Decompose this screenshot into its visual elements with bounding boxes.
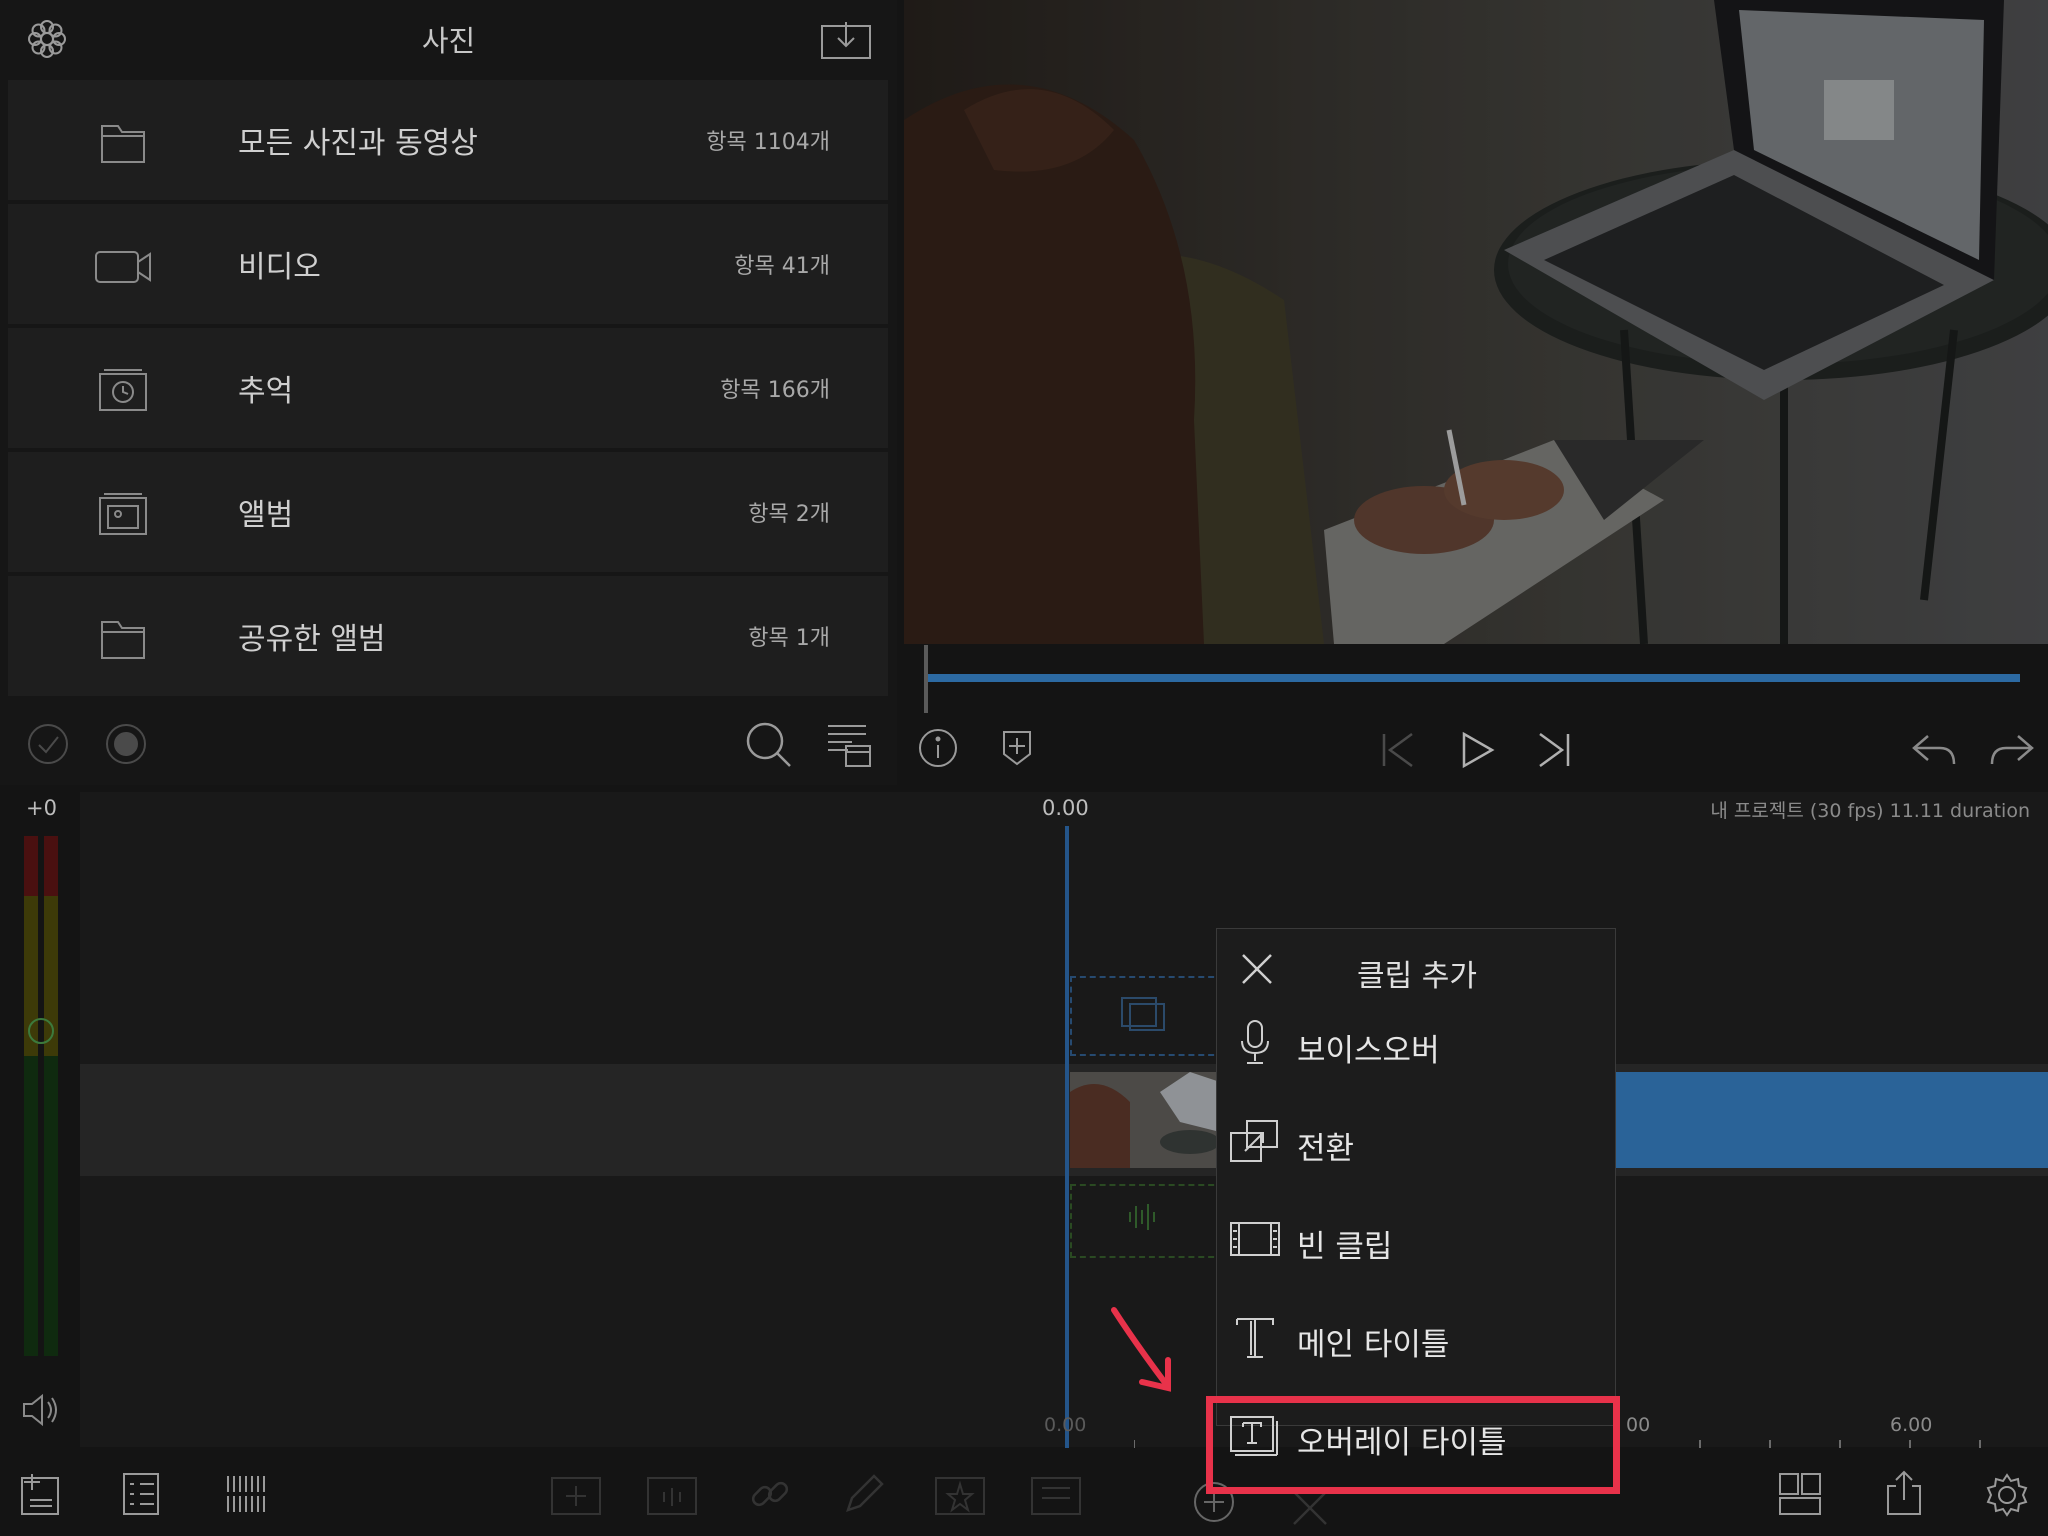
clip-blue-bar[interactable] [1614, 1072, 2048, 1168]
playhead[interactable] [1065, 826, 1069, 1448]
project-info: 내 프로젝트 (30 fps) 11.11 duration [1710, 800, 2030, 822]
row-count: 항목 166개 [720, 378, 830, 403]
barcode-icon[interactable] [226, 1474, 270, 1514]
row-count: 항목 2개 [748, 502, 830, 527]
scissors-icon[interactable] [1288, 1488, 1332, 1528]
layout-icon[interactable] [1778, 1472, 1822, 1516]
media-browser: 사진 모든 사진과 동영상 항목 1104개 비디오 항목 41개 추억 항목 … [0, 0, 897, 785]
row-label: 추억 [238, 374, 294, 409]
transition-icon [1229, 1117, 1281, 1165]
clipboard-icon[interactable] [1030, 1470, 1082, 1516]
list-icon[interactable] [122, 1472, 162, 1516]
audio-clip-icon[interactable] [646, 1470, 698, 1516]
film-strip-icon [1229, 1215, 1281, 1263]
info-icon[interactable] [918, 728, 958, 768]
browser-row-video[interactable]: 비디오 항목 41개 [8, 204, 888, 324]
skip-back-icon[interactable] [1380, 730, 1416, 770]
redo-icon[interactable] [1988, 730, 2036, 770]
microphone-icon [1229, 1019, 1281, 1067]
video-preview[interactable] [904, 0, 2048, 644]
ruler-label-partial: 00 [1626, 1414, 1651, 1436]
speaker-icon[interactable] [20, 1390, 60, 1430]
menu-item-main-title[interactable]: 메인 타이틀 [1217, 1289, 1615, 1387]
import-icon[interactable] [820, 20, 872, 60]
pencil-icon[interactable] [842, 1472, 886, 1516]
menu-item-transition[interactable]: 전환 [1217, 1093, 1615, 1191]
list-calendar-icon[interactable] [826, 722, 872, 768]
video-camera-icon [88, 242, 158, 290]
menu-item-label: 메인 타이틀 [1297, 1327, 1450, 1363]
text-t-icon [1229, 1313, 1281, 1361]
row-label: 공유한 앨범 [238, 622, 386, 657]
skip-forward-icon[interactable] [1536, 730, 1572, 770]
album-icon [88, 490, 158, 538]
menu-item-label: 보이스오버 [1297, 1033, 1440, 1069]
ruler-label-start: 0.00 [1044, 1414, 1087, 1436]
row-count: 항목 41개 [734, 254, 830, 279]
record-circle-icon[interactable] [104, 722, 148, 766]
play-icon[interactable] [1460, 730, 1496, 770]
audio-meter [24, 836, 58, 1356]
volume-knob[interactable] [28, 1018, 54, 1044]
folder-icon [88, 614, 158, 662]
add-clip-popup: 클립 추가 보이스오버 전환 빈 클립 메인 타이틀 오버레이 타이틀 [1216, 928, 1616, 1461]
menu-item-voiceover[interactable]: 보이스오버 [1217, 995, 1615, 1093]
scrubber-handle[interactable] [924, 645, 928, 713]
scrubber-track[interactable] [928, 674, 2020, 682]
insert-clip-icon[interactable] [550, 1470, 602, 1516]
share-icon[interactable] [1884, 1470, 1924, 1516]
favorite-clip-icon[interactable] [934, 1470, 986, 1516]
folder-icon [88, 118, 158, 166]
menu-item-empty-clip[interactable]: 빈 클립 [1217, 1191, 1615, 1289]
browser-row-albums[interactable]: 앨범 항목 2개 [8, 452, 888, 572]
video-clip[interactable] [1070, 1072, 1220, 1168]
waveform-placeholder-icon [1126, 1202, 1160, 1232]
menu-item-label: 빈 클립 [1297, 1229, 1393, 1265]
search-icon[interactable] [744, 720, 794, 770]
film-strip-placeholder-icon [1120, 996, 1166, 1032]
red-arrow-annotation-icon [1106, 1304, 1186, 1400]
row-count: 항목 1개 [748, 626, 830, 651]
highlight-annotation-box [1206, 1396, 1620, 1494]
row-count: 항목 1104개 [706, 130, 830, 155]
checkmark-circle-icon[interactable] [26, 722, 70, 766]
browser-row-memories[interactable]: 추억 항목 166개 [8, 328, 888, 448]
popup-title: 클립 추가 [1357, 959, 1477, 994]
memories-icon [88, 366, 158, 414]
browser-row-all-photos[interactable]: 모든 사진과 동영상 항목 1104개 [8, 80, 888, 200]
row-label: 비디오 [238, 250, 321, 285]
menu-item-label: 전환 [1297, 1131, 1355, 1167]
add-media-icon[interactable] [20, 1472, 60, 1516]
undo-icon[interactable] [1910, 730, 1958, 770]
browser-header: 사진 [0, 0, 897, 78]
volume-readout: +0 [26, 796, 57, 820]
browser-row-shared-albums[interactable]: 공유한 앨범 항목 1개 [8, 576, 888, 696]
timeline-start-time: 0.00 [1042, 796, 1089, 820]
add-marker-icon[interactable] [1000, 728, 1034, 768]
ruler-label-end: 6.00 [1890, 1414, 1933, 1436]
link-icon[interactable] [748, 1472, 792, 1516]
row-label: 모든 사진과 동영상 [238, 126, 478, 161]
settings-gear-icon[interactable] [1984, 1472, 2030, 1518]
browser-title: 사진 [421, 24, 476, 58]
bottom-toolbar [0, 1448, 2048, 1536]
close-icon[interactable] [1239, 951, 1275, 987]
row-label: 앨범 [238, 498, 294, 533]
